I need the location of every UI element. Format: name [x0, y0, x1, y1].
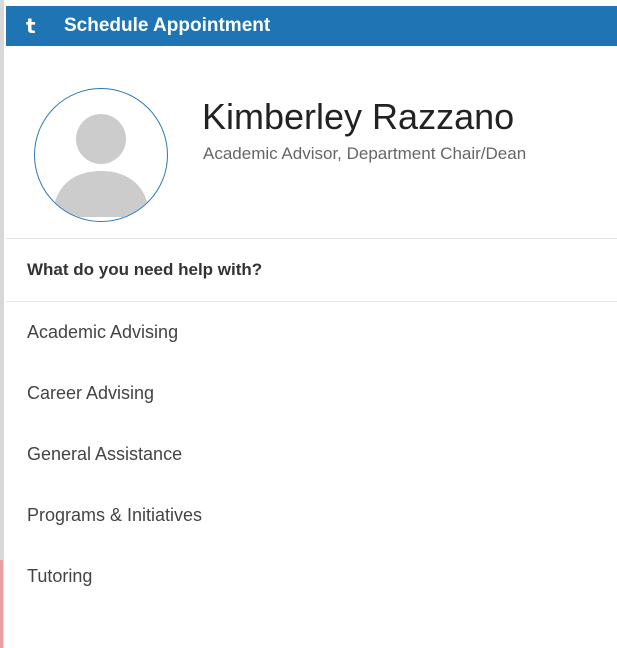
brand-t-icon[interactable]: t	[26, 6, 44, 46]
advisor-role: Academic Advisor, Department Chair/Dean	[203, 144, 527, 163]
app-header: t Schedule Appointment	[6, 6, 617, 46]
help-option-career-advising[interactable]: Career Advising	[6, 363, 617, 424]
window-left-edge	[0, 0, 4, 648]
help-option-academic-advising[interactable]: Academic Advising	[6, 302, 617, 363]
help-heading: What do you need help with?	[6, 239, 617, 302]
advisor-name: Kimberley Razzano	[202, 96, 515, 137]
help-options-list: Academic Advising Career Advising Genera…	[6, 302, 617, 607]
help-option-tutoring[interactable]: Tutoring	[6, 546, 617, 607]
schedule-appointment-panel: t Schedule Appointment Kimberley Razzano…	[6, 6, 617, 648]
user-placeholder-icon	[53, 114, 149, 217]
advisor-profile: Kimberley Razzano Academic Advisor, Depa…	[6, 46, 617, 239]
avatar	[34, 88, 168, 222]
help-option-general-assistance[interactable]: General Assistance	[6, 424, 617, 485]
help-option-programs-initiatives[interactable]: Programs & Initiatives	[6, 485, 617, 546]
page-title: Schedule Appointment	[64, 15, 271, 36]
